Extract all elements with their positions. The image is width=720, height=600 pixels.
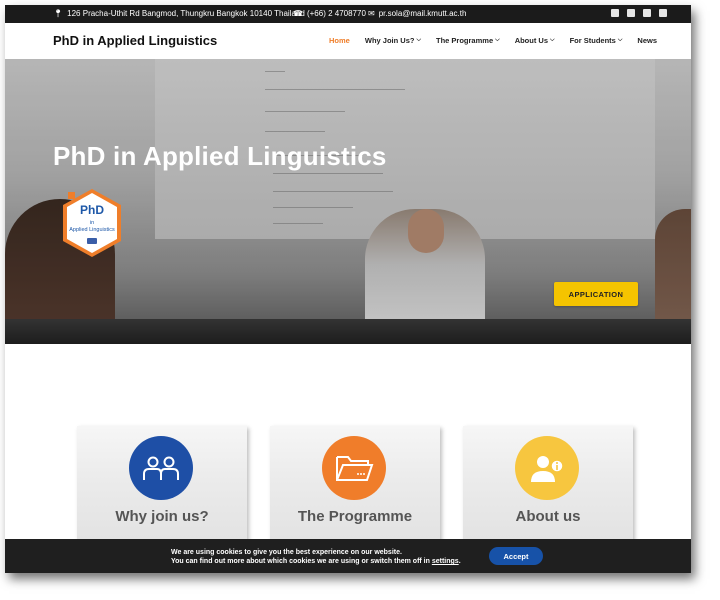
accept-cookies-button[interactable]: Accept xyxy=(489,547,543,565)
cookie-settings-link[interactable]: settings xyxy=(432,558,459,565)
nav-item-label: The Programme xyxy=(436,36,494,45)
nav-item-for-students[interactable]: For Students ⌵ xyxy=(570,36,623,45)
card-about-us[interactable]: About us xyxy=(463,426,633,546)
phone-item[interactable]: ☎ (+66) 2 4708770 xyxy=(293,9,366,18)
site-title[interactable]: PhD in Applied Linguistics xyxy=(53,33,217,48)
university-logo-icon xyxy=(87,238,97,244)
phone-icon: ☎ xyxy=(293,8,303,18)
user-info-icon xyxy=(515,436,579,500)
badge-subtitle-text: Applied Linguistics xyxy=(69,227,115,233)
phone-text: (+66) 2 4708770 xyxy=(306,9,366,18)
card-the-programme[interactable]: The Programme xyxy=(270,426,440,546)
nav-item-label: About Us xyxy=(514,36,549,45)
nav-item-the-programme[interactable]: The Programme ⌵ xyxy=(436,36,500,45)
nav-item-label: For Students xyxy=(569,36,616,45)
youtube-icon[interactable] xyxy=(643,9,651,17)
twitter-icon[interactable] xyxy=(627,9,635,17)
chevron-down-icon: ⌵ xyxy=(617,37,623,43)
hero-title: PhD in Applied Linguistics xyxy=(53,141,387,171)
top-info-bar: 📍︎ 126 Pracha-Uthit Rd Bangmod, Thungkru… xyxy=(5,5,691,23)
nav-item-label: News xyxy=(637,36,657,45)
email-text: pr.sola@mail.kmutt.ac.th xyxy=(378,9,467,18)
badge-phd-text: PhD xyxy=(80,203,104,217)
card-why-join-us[interactable]: Why join us? xyxy=(77,426,247,546)
cookie-line-2: You can find out more about which cookie… xyxy=(171,557,461,566)
phd-badge-logo: PhD in Applied Linguistics xyxy=(60,187,124,259)
cookie-message: We are using cookies to give you the bes… xyxy=(171,548,461,566)
card-title: Why join us? xyxy=(115,508,209,525)
card-title: The Programme xyxy=(297,508,413,525)
nav-menu: Home Why Join Us? ⌵ The Programme ⌵ About … xyxy=(329,36,657,45)
map-pin-icon: 📍︎ xyxy=(53,8,64,18)
card-title: About us xyxy=(515,508,581,525)
cookie-consent-bar: We are using cookies to give you the bes… xyxy=(5,539,691,573)
nav-item-about-us[interactable]: About Us ⌵ xyxy=(515,36,555,45)
main-navigation: PhD in Applied Linguistics Home Why Join… xyxy=(5,23,691,59)
chevron-down-icon: ⌵ xyxy=(495,37,500,43)
application-button[interactable]: APPLICATION xyxy=(554,282,638,306)
people-icon xyxy=(129,436,193,500)
address-text: 126 Pracha-Uthit Rd Bangmod, Thungkru Ba… xyxy=(67,9,305,18)
nav-item-why-join-us[interactable]: Why Join Us? ⌵ xyxy=(365,36,421,45)
chevron-down-icon: ⌵ xyxy=(416,37,422,43)
nav-item-label: Home xyxy=(329,36,350,45)
nav-item-news[interactable]: News xyxy=(637,36,657,45)
chevron-down-icon: ⌵ xyxy=(550,37,555,43)
nav-item-home[interactable]: Home xyxy=(329,36,350,45)
badge-in-text: in xyxy=(89,220,95,226)
cookie-line-2-text: You can find out more about which cookie… xyxy=(171,558,432,565)
cookie-line-1: We are using cookies to give you the bes… xyxy=(171,549,402,556)
browser-page: 📍︎ 126 Pracha-Uthit Rd Bangmod, Thungkru… xyxy=(5,5,691,573)
cookie-line-2-end: . xyxy=(458,558,461,565)
hero-banner: PhD in Applied Linguistics PhD in Applie… xyxy=(5,59,691,344)
nav-item-label: Why Join Us? xyxy=(364,36,415,45)
envelope-icon: ✉ xyxy=(368,8,375,18)
folder-icon xyxy=(322,436,386,500)
address-item: 📍︎ 126 Pracha-Uthit Rd Bangmod, Thungkru… xyxy=(53,9,305,18)
facebook-icon[interactable] xyxy=(611,9,619,17)
badge-flag-icon xyxy=(68,192,75,199)
social-links xyxy=(611,9,667,17)
email-item[interactable]: ✉ pr.sola@mail.kmutt.ac.th xyxy=(368,9,466,18)
mail-icon[interactable] xyxy=(659,9,667,17)
